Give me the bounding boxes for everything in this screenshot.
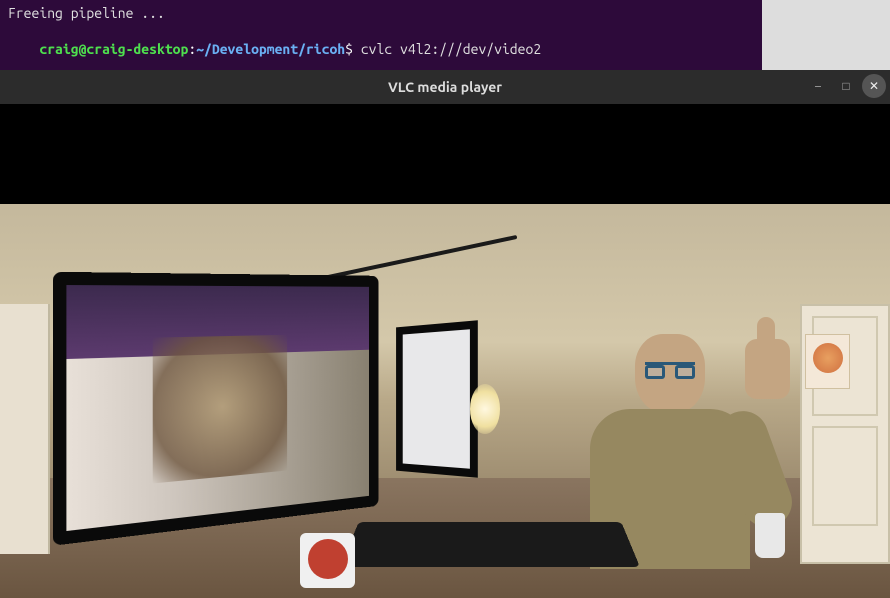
close-button[interactable]: ✕ — [862, 74, 886, 98]
vlc-player-window[interactable]: VLC media player – □ ✕ — [0, 70, 890, 598]
window-controls: – □ ✕ — [806, 74, 886, 98]
maximize-button[interactable]: □ — [834, 74, 858, 98]
wall-art — [805, 334, 850, 389]
door-left — [0, 304, 50, 554]
mug-contents — [308, 539, 348, 579]
glasses-icon — [645, 362, 695, 378]
monitor-primary — [53, 272, 379, 546]
lens-left — [645, 365, 665, 379]
terminal-window[interactable]: Freeing pipeline ... craig@craig-desktop… — [0, 0, 762, 70]
door-panel — [812, 426, 878, 526]
person-head — [635, 334, 705, 414]
prompt-separator: : — [188, 41, 196, 57]
prompt-path: ~/Development/ricoh — [196, 41, 345, 57]
terminal-command: cvlc v4l2:///dev/video2 — [353, 41, 541, 57]
thumb — [757, 317, 775, 347]
monitor-screen — [66, 285, 369, 531]
terminal-prompt-line: craig@craig-desktop:~/Development/ricoh$… — [8, 22, 754, 76]
lamp-glow — [470, 384, 500, 434]
terminal-output-line: Freeing pipeline ... — [8, 4, 754, 22]
prompt-user-host: craig@craig-desktop — [39, 41, 188, 57]
monitor-secondary — [396, 320, 478, 477]
video-frame — [0, 204, 890, 598]
window-title: VLC media player — [388, 79, 502, 95]
lens-right — [675, 365, 695, 379]
monitor-screen — [403, 329, 470, 468]
trash-bin — [755, 513, 785, 558]
vlc-titlebar[interactable]: VLC media player – □ ✕ — [0, 70, 890, 104]
wall-art-image — [813, 343, 843, 373]
coffee-mug — [300, 533, 355, 588]
prompt-symbol: $ — [345, 41, 353, 57]
keyboard — [340, 522, 640, 567]
minimize-button[interactable]: – — [806, 74, 830, 98]
video-viewport[interactable] — [0, 104, 890, 598]
thumbs-up-hand — [745, 339, 790, 399]
monitor-reflection — [153, 335, 287, 484]
